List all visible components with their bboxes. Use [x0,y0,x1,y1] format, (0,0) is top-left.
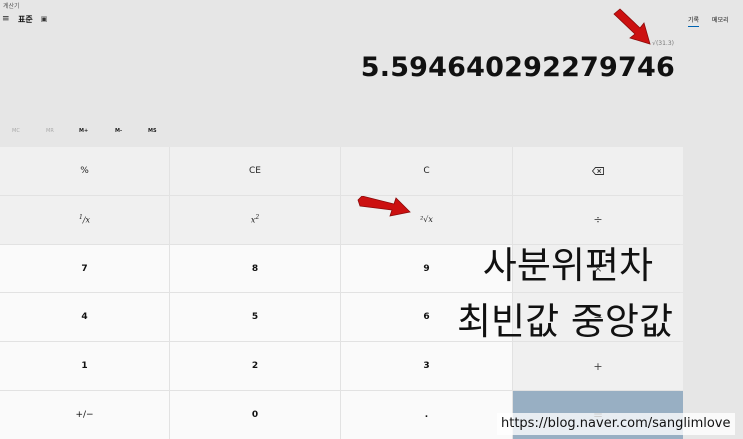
memory-row: MC MR M+ M- MS [0,128,170,136]
hamburger-icon[interactable]: ≡ [2,14,12,24]
divide-button[interactable]: ÷ [513,195,683,244]
mode-title: 표준 [18,14,33,24]
history-tabs: 기록 메모리 [688,15,729,27]
digit-1-button[interactable]: 1 [0,342,169,391]
ms-button[interactable]: MS [148,128,157,134]
reciprocal-button[interactable]: 1/x [0,195,169,244]
digit-2-button[interactable]: 2 [170,342,340,391]
tab-history[interactable]: 기록 [688,15,700,27]
overlay-caption-2: 최빈값 중앙값 [456,300,673,343]
overlay-caption-1: 사분위편차 [482,244,653,287]
m-minus-button[interactable]: M- [115,128,122,134]
backspace-button[interactable] [513,147,683,195]
square-exponent: 2 [255,214,260,222]
compact-overlay-icon[interactable]: ▣ [41,15,48,23]
clear-entry-button[interactable]: CE [170,147,340,195]
digit-7-button[interactable]: 7 [0,244,169,293]
tab-memory[interactable]: 메모리 [712,15,729,27]
expression-display: √(31.3) [652,40,674,47]
digit-3-button[interactable]: 3 [341,342,512,391]
arrow-icon [613,8,651,45]
square-button[interactable]: x2 [170,195,340,244]
digit-0-button[interactable]: 0 [170,391,340,439]
backspace-icon [592,166,604,175]
top-bar: ≡ 표준 ▣ [0,12,47,26]
digit-8-button[interactable]: 8 [170,244,340,293]
digit-5-button[interactable]: 5 [170,293,340,342]
app-title: 계산기 [3,3,20,10]
digit-4-button[interactable]: 4 [0,293,169,342]
clear-button[interactable]: C [341,147,512,195]
arrow-icon [357,196,411,217]
mr-button[interactable]: MR [46,128,54,134]
watermark-url: https://blog.naver.com/sanglimlove [497,413,735,435]
reciprocal-numerator: 1 [78,214,83,222]
result-display: 5.594640292279746 [360,52,675,83]
percent-button[interactable]: % [0,147,169,195]
negate-button[interactable]: +/− [0,391,169,439]
reciprocal-denominator: x [85,216,91,226]
plus-button[interactable]: + [513,342,683,391]
keypad: % CE C 1/x x2 ²√x ÷ 7 8 9 × 4 5 6 − 1 2 … [0,147,683,439]
m-plus-button[interactable]: M+ [79,128,88,134]
mc-button[interactable]: MC [12,128,20,134]
sqrt-label: ²√x [420,215,433,225]
decimal-button[interactable]: . [341,391,512,439]
